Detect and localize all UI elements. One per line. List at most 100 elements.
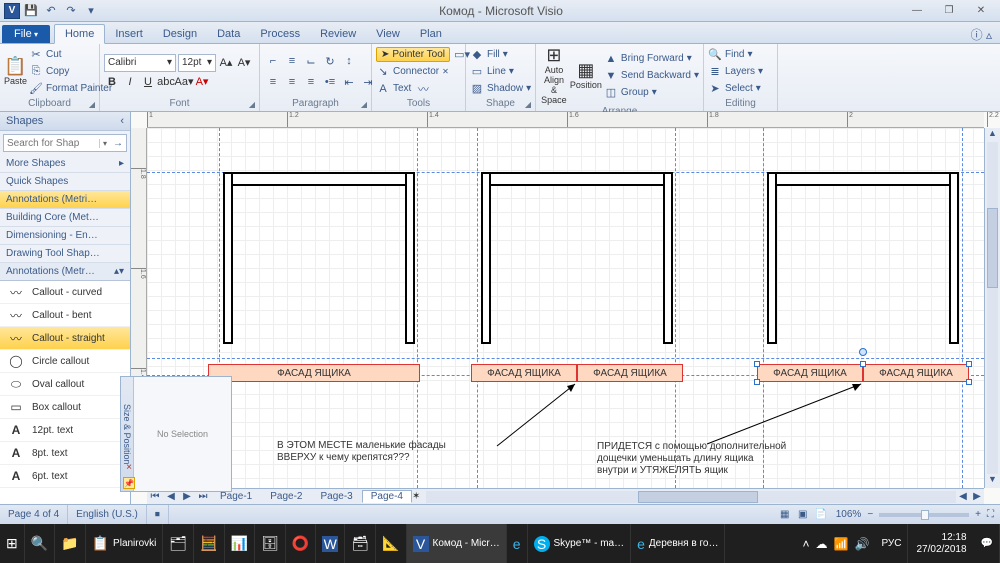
zoom-in-icon[interactable]: + xyxy=(975,509,981,520)
direction-button[interactable]: ↕ xyxy=(340,52,358,70)
tab-insert[interactable]: Insert xyxy=(105,25,153,43)
find-button[interactable]: 🔍Find▾ xyxy=(708,47,763,63)
dialog-launcher-icon[interactable]: ◢ xyxy=(89,100,95,109)
tray-cloud-icon[interactable]: ☁ xyxy=(816,537,828,551)
shapes-search-input[interactable] xyxy=(4,138,99,149)
tab-home[interactable]: Home xyxy=(54,24,105,44)
taskbar-item[interactable]: 📋Planirovki xyxy=(86,524,164,563)
facade-label[interactable]: ФАСАД ЯЩИКА xyxy=(208,364,420,382)
shapes-cat[interactable]: Annotations (Metri… xyxy=(0,191,130,209)
bold-button[interactable]: B xyxy=(104,74,120,90)
layers-button[interactable]: ≣Layers▾ xyxy=(708,64,763,80)
sheet-prev-icon[interactable]: ◀ xyxy=(163,491,179,502)
selection-handle[interactable] xyxy=(966,379,972,385)
scroll-right-icon[interactable]: ▶ xyxy=(970,491,984,502)
view-normal-icon[interactable]: ▦ xyxy=(776,509,794,520)
restore-button[interactable]: ❐ xyxy=(936,3,962,19)
taskbar-item[interactable]: VКомод - Micr… xyxy=(407,524,507,563)
pane-pin-icon[interactable]: 📌 xyxy=(123,477,135,489)
facade-label[interactable]: ФАСАД ЯЩИКА xyxy=(863,364,969,382)
guide[interactable] xyxy=(763,128,764,488)
shape-item[interactable]: ◯Circle callout xyxy=(0,350,130,373)
taskbar-item[interactable]: 📐 xyxy=(376,524,406,563)
taskbar-explorer[interactable]: 📁 xyxy=(55,524,85,563)
tab-view[interactable]: View xyxy=(366,25,410,43)
shape-item[interactable]: A6pt. text xyxy=(0,465,130,488)
align-top-button[interactable]: ⌐ xyxy=(264,52,282,70)
guide[interactable] xyxy=(477,128,478,488)
annotation-note[interactable]: ПРИДЕТСЯ с помощью дополнительной дощечк… xyxy=(597,441,837,477)
canvas-area[interactable]: 1 1.2 1.4 1.6 1.8 2 2.2 1.8 1.6 1.4 1.2 xyxy=(131,112,1000,504)
taskbar-item[interactable]: 🗂 xyxy=(163,524,194,563)
qat-undo-icon[interactable]: ↶ xyxy=(42,2,60,20)
annotation-note[interactable]: В ЭТОМ МЕСТЕ маленькие фасады ВВЕРХУ к ч… xyxy=(277,440,497,464)
shapes-cat[interactable]: Quick Shapes xyxy=(0,173,130,191)
taskbar-search[interactable]: 🔍 xyxy=(25,524,55,563)
search-go-icon[interactable]: → xyxy=(110,138,126,149)
tab-plan[interactable]: Plan xyxy=(410,25,452,43)
send-backward-button[interactable]: ▼Send Backward▾ xyxy=(604,68,699,84)
drawer-shape[interactable] xyxy=(767,172,959,358)
drawer-shape[interactable] xyxy=(223,172,415,358)
dialog-launcher-icon[interactable]: ◢ xyxy=(361,100,367,109)
tray-network-icon[interactable]: 📶 xyxy=(834,537,849,551)
taskbar-item[interactable]: eДеревня в го… xyxy=(631,524,725,563)
guide[interactable] xyxy=(147,358,984,359)
line-button[interactable]: ▭Line▾ xyxy=(470,64,531,80)
taskbar-clock[interactable]: 12:18 27/02/2018 xyxy=(908,532,974,556)
view-page-icon[interactable]: 📄 xyxy=(812,509,830,520)
qat-redo-icon[interactable]: ↷ xyxy=(62,2,80,20)
sheet-tab[interactable]: Page-4 xyxy=(362,490,412,503)
strike-button[interactable]: abc xyxy=(158,74,174,90)
shapes-cat[interactable]: Building Core (Met… xyxy=(0,209,130,227)
sheet-tab[interactable]: Page-2 xyxy=(261,490,311,503)
taskbar-item[interactable]: W xyxy=(316,524,345,563)
taskbar-language[interactable]: РУС xyxy=(875,524,908,563)
app-icon[interactable]: V xyxy=(4,3,20,19)
taskbar-item[interactable]: SSkype™ - ma… xyxy=(528,524,632,563)
size-position-pane[interactable]: Size & Position No Selection × 📌 xyxy=(120,376,232,492)
tab-design[interactable]: Design xyxy=(153,25,207,43)
scroll-down-icon[interactable]: ▼ xyxy=(985,474,1000,488)
freeform-tool-button[interactable]: 〰 xyxy=(414,80,432,98)
taskbar-item[interactable]: 🗄 xyxy=(255,524,286,563)
shape-item[interactable]: ▭Box callout xyxy=(0,396,130,419)
bring-forward-button[interactable]: ▲Bring Forward▾ xyxy=(604,51,699,67)
paste-button[interactable]: 📋 Paste xyxy=(4,57,27,86)
sheet-first-icon[interactable]: ⏮ xyxy=(147,491,163,502)
decrease-indent-button[interactable]: ⇤ xyxy=(340,73,358,91)
vertical-scrollbar[interactable]: ▲ ▼ xyxy=(984,128,1000,488)
shadow-button[interactable]: ▨Shadow▾ xyxy=(470,81,531,97)
taskbar-item[interactable]: ⭕ xyxy=(286,524,316,563)
tab-review[interactable]: Review xyxy=(310,25,366,43)
zoom-slider[interactable] xyxy=(879,513,969,517)
tab-data[interactable]: Data xyxy=(207,25,250,43)
qat-save-icon[interactable]: 💾 xyxy=(22,2,40,20)
sheet-add-icon[interactable]: ✶ xyxy=(412,491,420,502)
qat-customize-icon[interactable]: ▾ xyxy=(82,2,100,20)
align-bottom-button[interactable]: ⌙ xyxy=(302,52,320,70)
scroll-left-icon[interactable]: ◀ xyxy=(956,491,970,502)
bullets-button[interactable]: •≡ xyxy=(321,73,339,91)
underline-button[interactable]: U xyxy=(140,74,156,90)
scroll-up-icon[interactable]: ▲ xyxy=(985,128,1000,142)
notifications-icon[interactable]: 💬 xyxy=(975,524,1000,563)
zoom-level[interactable]: 106% xyxy=(836,509,862,520)
autoalign-button[interactable]: ⊞Auto Align & Space xyxy=(540,46,568,105)
guide[interactable] xyxy=(417,128,418,488)
scroll-thumb[interactable] xyxy=(638,491,758,503)
shrink-font-button[interactable]: A▾ xyxy=(236,55,252,71)
close-button[interactable]: ✕ xyxy=(968,3,994,19)
drawer-shape[interactable] xyxy=(481,172,673,358)
connector-tool-button[interactable]: ↘Connector✕ xyxy=(376,64,471,80)
zoom-fit-icon[interactable]: ⛶ xyxy=(987,509,994,520)
shapes-collapse-icon[interactable]: ‹ xyxy=(120,115,124,127)
shape-item[interactable]: 〰Callout - straight xyxy=(0,327,130,350)
tray-volume-icon[interactable]: 🔊 xyxy=(855,537,870,551)
shape-item[interactable]: A12pt. text xyxy=(0,419,130,442)
tray-up-icon[interactable]: ˄ xyxy=(803,537,810,551)
shape-item[interactable]: 〰Callout - curved xyxy=(0,281,130,304)
selection-handle[interactable] xyxy=(860,361,866,367)
pointer-tool-button[interactable]: ➤Pointer Tool xyxy=(376,47,450,62)
search-dropdown-icon[interactable]: ▾ xyxy=(99,139,110,148)
